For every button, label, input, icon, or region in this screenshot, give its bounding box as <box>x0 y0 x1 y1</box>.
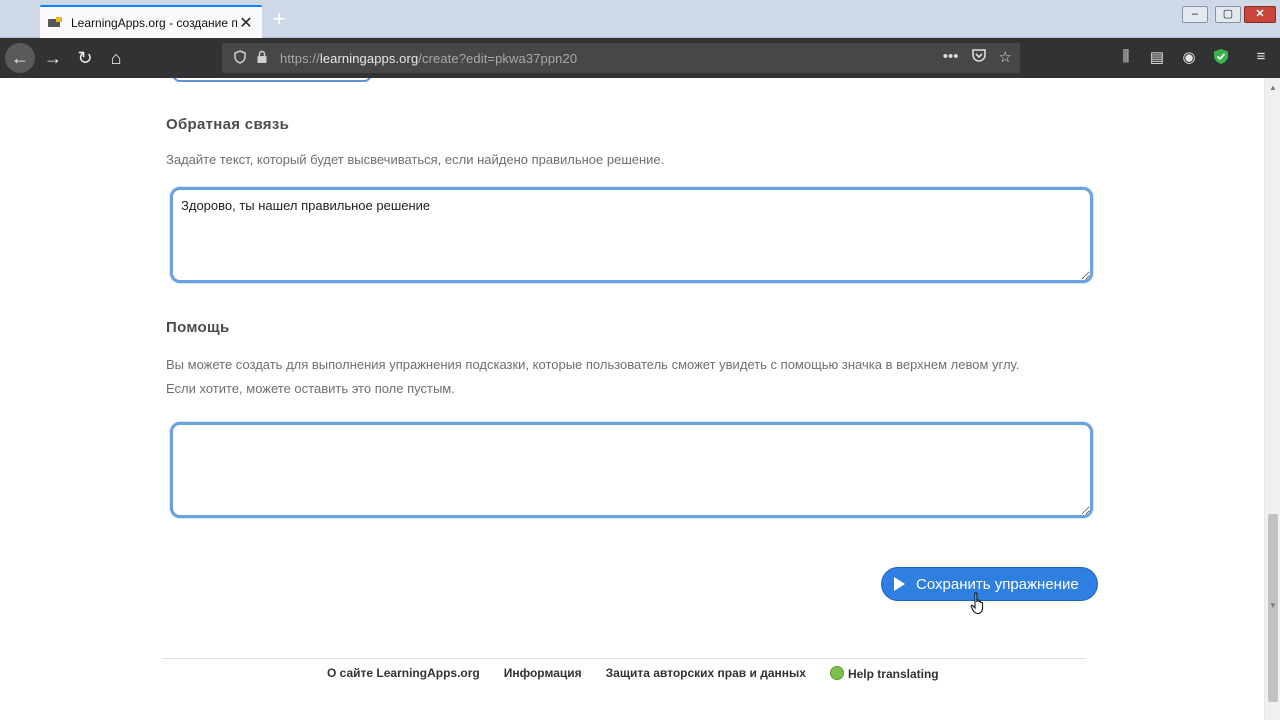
forward-button[interactable]: → <box>39 44 67 72</box>
play-icon <box>894 577 905 591</box>
page-actions-icon[interactable]: ••• <box>943 48 959 67</box>
hand-cursor-icon <box>970 592 984 615</box>
feedback-description: Задайте текст, который будет высвечивать… <box>166 152 665 167</box>
tracking-shield-icon[interactable] <box>232 49 248 67</box>
account-icon[interactable]: ◉ <box>1179 48 1199 66</box>
lock-icon[interactable] <box>254 50 270 67</box>
home-button[interactable]: ⌂ <box>102 44 130 72</box>
tab-strip: LearningApps.org - создание п ✕ + – ▢ ✕ <box>0 0 1280 38</box>
arrow-left-icon: ← <box>11 47 29 68</box>
scroll-down-arrow-icon[interactable]: ▼ <box>1265 598 1280 614</box>
help-description-line2: Если хотите, можете оставить это поле пу… <box>166 381 455 396</box>
hamburger-menu-icon[interactable]: ≡ <box>1251 48 1271 65</box>
help-description: Вы можете создать для выполнения упражне… <box>166 353 1126 401</box>
reload-button[interactable]: ↻ <box>71 44 99 72</box>
pocket-icon[interactable] <box>971 48 987 67</box>
close-window-button[interactable]: ✕ <box>1244 6 1276 23</box>
help-heading: Помощь <box>166 319 230 336</box>
minimize-window-button[interactable]: – <box>1182 6 1208 23</box>
feedback-heading: Обратная связь <box>166 116 290 133</box>
page-content: Обратная связь Задайте текст, который бу… <box>0 78 1264 720</box>
tab-learningapps[interactable]: LearningApps.org - создание п ✕ <box>40 5 262 38</box>
globe-icon <box>829 666 844 680</box>
help-textarea[interactable] <box>170 422 1093 518</box>
save-exercise-button[interactable]: Сохранить упражнение <box>881 567 1098 601</box>
footer-translate-link[interactable]: Help translating <box>829 666 939 681</box>
close-tab-icon[interactable]: ✕ <box>238 13 254 33</box>
reload-icon: ↻ <box>77 47 93 68</box>
tab-title: LearningApps.org - создание п <box>71 15 238 30</box>
help-description-line1: Вы можете создать для выполнения упражне… <box>166 357 1020 372</box>
new-tab-button[interactable]: + <box>268 8 290 31</box>
footer-info-link[interactable]: Информация <box>504 666 582 681</box>
scroll-up-arrow-icon[interactable]: ▲ <box>1265 80 1280 96</box>
maximize-window-button[interactable]: ▢ <box>1215 6 1241 23</box>
footer-divider <box>162 658 1086 659</box>
back-button[interactable]: ← <box>5 43 35 73</box>
nav-toolbar: ← → ↻ ⌂ https://learningapps.org/create?… <box>0 38 1280 78</box>
bookmark-star-icon[interactable]: ☆ <box>999 48 1012 67</box>
save-exercise-label: Сохранить упражнение <box>916 575 1079 593</box>
footer-about-link[interactable]: О сайте LearningApps.org <box>327 666 480 681</box>
library-icon[interactable]: ⫼ <box>1116 48 1136 65</box>
url-bar[interactable]: https://learningapps.org/create?edit=pkw… <box>222 43 1020 73</box>
vertical-scrollbar[interactable]: ▲ ▼ <box>1264 78 1280 720</box>
home-icon: ⌂ <box>110 47 122 68</box>
footer-links: О сайте LearningApps.org Информация Защи… <box>327 666 939 681</box>
footer-privacy-link[interactable]: Защита авторских прав и данных <box>606 666 806 681</box>
previous-field-edge <box>172 78 372 82</box>
privacy-extension-icon[interactable] <box>1211 48 1231 69</box>
sidebar-icon[interactable]: ▤ <box>1147 48 1167 66</box>
url-text: https://learningapps.org/create?edit=pkw… <box>280 50 578 66</box>
feedback-textarea[interactable]: Здорово, ты нашел правильное решение <box>170 187 1093 283</box>
learningapps-favicon-icon <box>48 16 64 29</box>
arrow-right-icon: → <box>44 47 62 68</box>
